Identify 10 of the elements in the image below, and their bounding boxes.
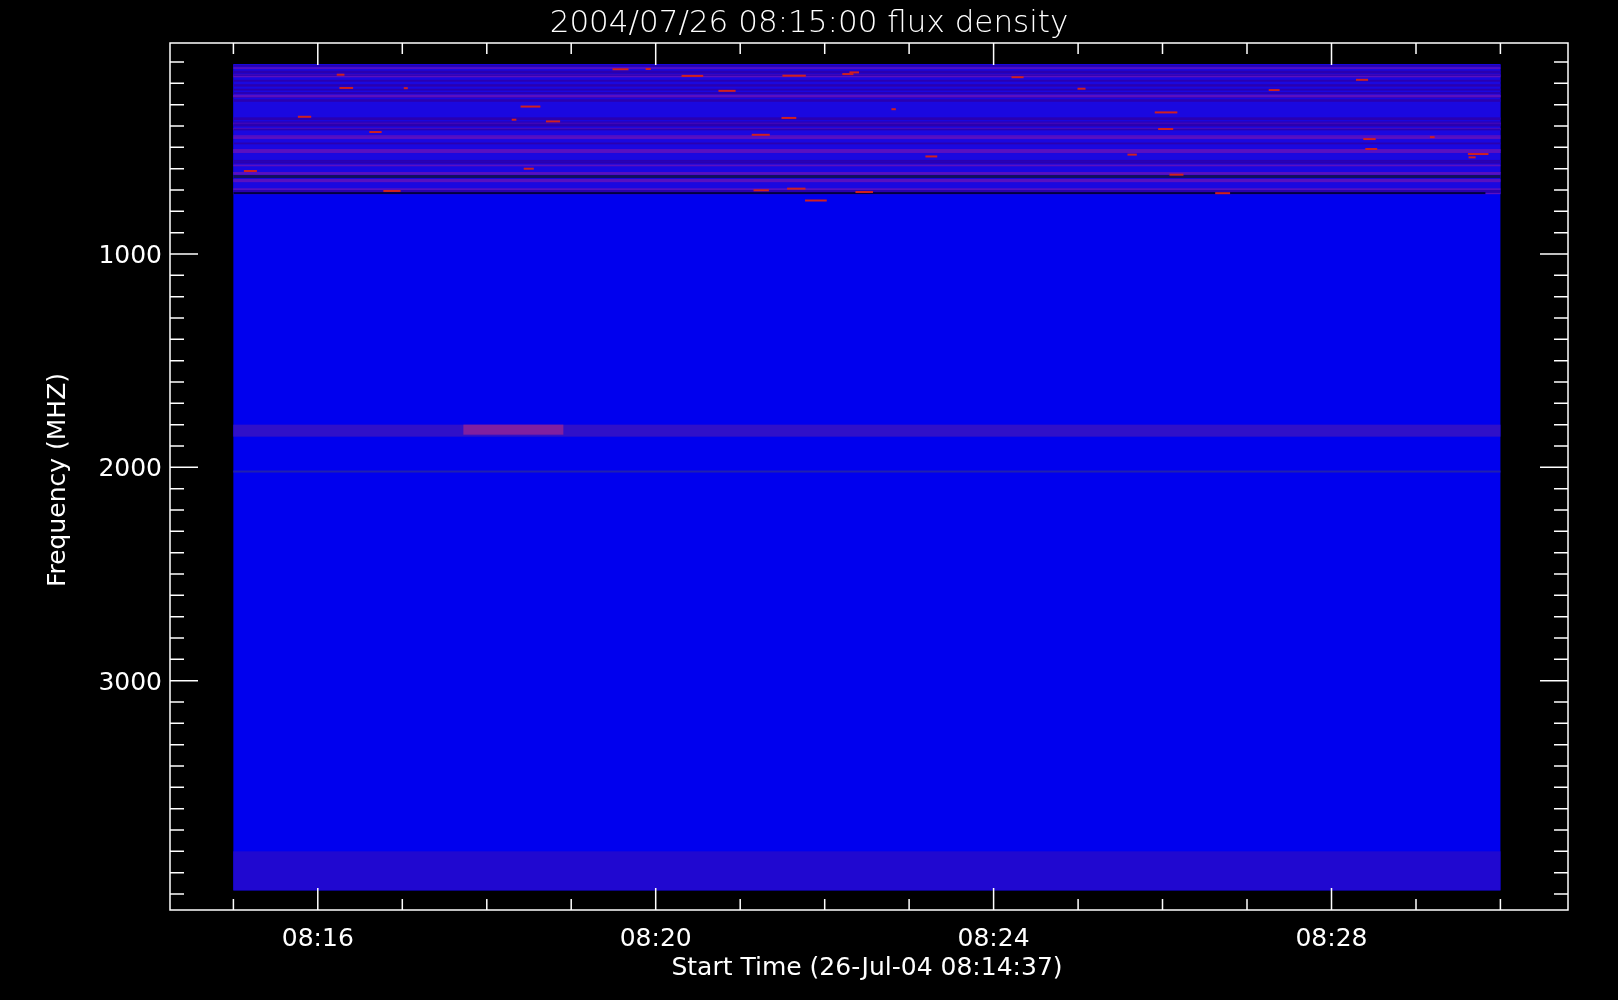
y-tick-label: 3000 [98,666,162,696]
x-tick-label: 08:28 [1295,923,1368,952]
y-tick-label: 2000 [98,453,162,483]
y-axis-label: Frequency (MHZ) [42,372,71,588]
x-tick-label: 08:24 [957,923,1030,952]
y-tick-label: 1000 [98,240,162,269]
x-tick-label: 08:20 [619,923,692,952]
x-tick-label: 08:16 [281,923,354,952]
chart-title: 2004/07/26 08:15:00 flux density [549,3,1069,39]
x-axis-label: Start Time (26-Jul-04 08:14:37) [671,952,1063,981]
